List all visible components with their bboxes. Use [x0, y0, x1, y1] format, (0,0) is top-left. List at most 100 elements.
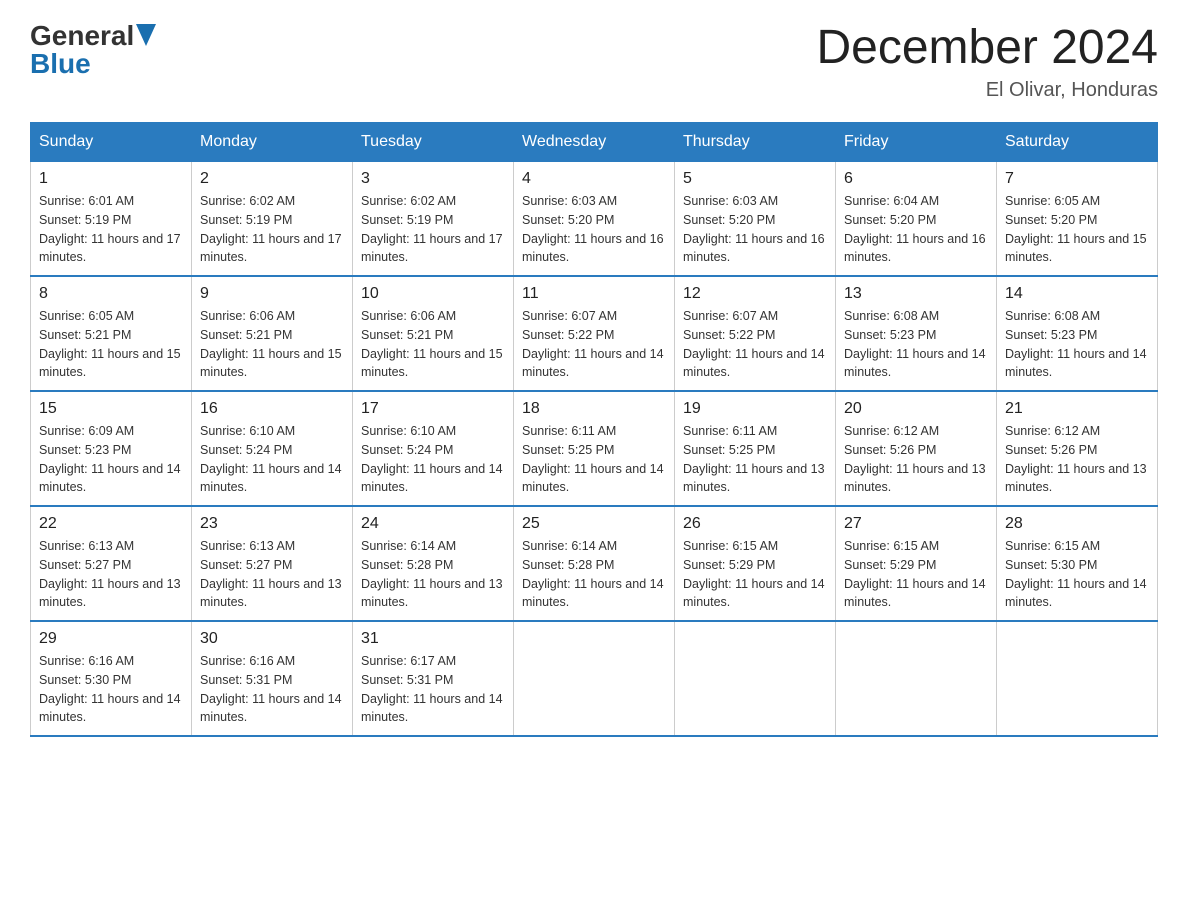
calendar-week-3: 15 Sunrise: 6:09 AMSunset: 5:23 PMDayligh… — [31, 391, 1158, 506]
day-number: 31 — [361, 630, 505, 648]
day-number: 9 — [200, 285, 344, 303]
title-section: December 2024 El Olivar, Honduras — [816, 20, 1158, 102]
table-row: 27Sunrise: 6:15 AMSunset: 5:29 PMDayligh… — [836, 506, 997, 621]
day-info: Sunrise: 6:16 AMSunset: 5:30 PMDaylight:… — [39, 652, 183, 727]
calendar-table: Sunday Monday Tuesday Wednesday Thursday… — [30, 122, 1158, 737]
col-saturday: Saturday — [997, 123, 1158, 162]
day-number: 25 — [522, 515, 666, 533]
location-label: El Olivar, Honduras — [816, 79, 1158, 102]
day-info: Sunrise: 6:05 AMSunset: 5:20 PMDaylight:… — [1005, 192, 1149, 267]
table-row: 3 Sunrise: 6:02 AMSunset: 5:19 PMDaylight… — [353, 162, 514, 277]
day-number: 17 — [361, 400, 505, 418]
table-row: 5 Sunrise: 6:03 AMSunset: 5:20 PMDaylight… — [675, 162, 836, 277]
table-row: 25 Sunrise: 6:14 AMSunset: 5:28 PMDayligh… — [514, 506, 675, 621]
day-info: Sunrise: 6:09 AMSunset: 5:23 PMDaylight:… — [39, 422, 183, 497]
day-number: 23 — [200, 515, 344, 533]
table-row — [675, 621, 836, 736]
table-row: 12 Sunrise: 6:07 AMSunset: 5:22 PMDayligh… — [675, 276, 836, 391]
day-number: 10 — [361, 285, 505, 303]
day-number: 8 — [39, 285, 183, 303]
table-row: 19Sunrise: 6:11 AMSunset: 5:25 PMDayligh… — [675, 391, 836, 506]
day-info: Sunrise: 6:06 AMSunset: 5:21 PMDaylight:… — [200, 307, 344, 382]
day-info: Sunrise: 6:07 AMSunset: 5:22 PMDaylight:… — [522, 307, 666, 382]
day-info: Sunrise: 6:16 AMSunset: 5:31 PMDaylight:… — [200, 652, 344, 727]
table-row: 21Sunrise: 6:12 AMSunset: 5:26 PMDayligh… — [997, 391, 1158, 506]
logo-blue-text: Blue — [30, 48, 156, 80]
day-info: Sunrise: 6:02 AMSunset: 5:19 PMDaylight:… — [200, 192, 344, 267]
day-number: 14 — [1005, 285, 1149, 303]
day-number: 13 — [844, 285, 988, 303]
day-number: 28 — [1005, 515, 1149, 533]
table-row: 16 Sunrise: 6:10 AMSunset: 5:24 PMDayligh… — [192, 391, 353, 506]
day-info: Sunrise: 6:17 AMSunset: 5:31 PMDaylight:… — [361, 652, 505, 727]
day-number: 7 — [1005, 170, 1149, 188]
day-number: 22 — [39, 515, 183, 533]
table-row: 2 Sunrise: 6:02 AMSunset: 5:19 PMDaylight… — [192, 162, 353, 277]
day-info: Sunrise: 6:14 AMSunset: 5:28 PMDaylight:… — [361, 537, 505, 612]
logo: General Blue — [30, 20, 156, 80]
calendar-week-2: 8 Sunrise: 6:05 AMSunset: 5:21 PMDaylight… — [31, 276, 1158, 391]
col-tuesday: Tuesday — [353, 123, 514, 162]
calendar-body: 1 Sunrise: 6:01 AMSunset: 5:19 PMDaylight… — [31, 162, 1158, 737]
table-row: 15 Sunrise: 6:09 AMSunset: 5:23 PMDayligh… — [31, 391, 192, 506]
day-number: 27 — [844, 515, 988, 533]
day-info: Sunrise: 6:02 AMSunset: 5:19 PMDaylight:… — [361, 192, 505, 267]
col-friday: Friday — [836, 123, 997, 162]
table-row: 9 Sunrise: 6:06 AMSunset: 5:21 PMDaylight… — [192, 276, 353, 391]
table-row: 30 Sunrise: 6:16 AMSunset: 5:31 PMDayligh… — [192, 621, 353, 736]
table-row: 23 Sunrise: 6:13 AMSunset: 5:27 PMDayligh… — [192, 506, 353, 621]
day-number: 16 — [200, 400, 344, 418]
day-info: Sunrise: 6:14 AMSunset: 5:28 PMDaylight:… — [522, 537, 666, 612]
day-info: Sunrise: 6:11 AMSunset: 5:25 PMDaylight:… — [522, 422, 666, 497]
col-thursday: Thursday — [675, 123, 836, 162]
table-row: 18Sunrise: 6:11 AMSunset: 5:25 PMDayligh… — [514, 391, 675, 506]
day-info: Sunrise: 6:13 AMSunset: 5:27 PMDaylight:… — [200, 537, 344, 612]
day-number: 26 — [683, 515, 827, 533]
day-number: 2 — [200, 170, 344, 188]
table-row: 22Sunrise: 6:13 AMSunset: 5:27 PMDayligh… — [31, 506, 192, 621]
table-row: 7 Sunrise: 6:05 AMSunset: 5:20 PMDaylight… — [997, 162, 1158, 277]
table-row — [836, 621, 997, 736]
day-info: Sunrise: 6:12 AMSunset: 5:26 PMDaylight:… — [844, 422, 988, 497]
month-title: December 2024 — [816, 20, 1158, 75]
table-row: 26 Sunrise: 6:15 AMSunset: 5:29 PMDayligh… — [675, 506, 836, 621]
day-info: Sunrise: 6:04 AMSunset: 5:20 PMDaylight:… — [844, 192, 988, 267]
table-row: 29Sunrise: 6:16 AMSunset: 5:30 PMDayligh… — [31, 621, 192, 736]
header-row: Sunday Monday Tuesday Wednesday Thursday… — [31, 123, 1158, 162]
day-info: Sunrise: 6:06 AMSunset: 5:21 PMDaylight:… — [361, 307, 505, 382]
table-row: 14Sunrise: 6:08 AMSunset: 5:23 PMDayligh… — [997, 276, 1158, 391]
day-number: 12 — [683, 285, 827, 303]
day-number: 20 — [844, 400, 988, 418]
day-info: Sunrise: 6:15 AMSunset: 5:29 PMDaylight:… — [683, 537, 827, 612]
day-info: Sunrise: 6:12 AMSunset: 5:26 PMDaylight:… — [1005, 422, 1149, 497]
table-row: 17Sunrise: 6:10 AMSunset: 5:24 PMDayligh… — [353, 391, 514, 506]
day-number: 4 — [522, 170, 666, 188]
calendar-week-4: 22 Sunrise: 6:13 AMSunset: 5:27 PMDayligh… — [31, 506, 1158, 621]
day-number: 11 — [522, 285, 666, 303]
day-info: Sunrise: 6:03 AMSunset: 5:20 PMDaylight:… — [683, 192, 827, 267]
table-row: 20 Sunrise: 6:12 AMSunset: 5:26 PMDayligh… — [836, 391, 997, 506]
col-wednesday: Wednesday — [514, 123, 675, 162]
day-info: Sunrise: 6:07 AMSunset: 5:22 PMDaylight:… — [683, 307, 827, 382]
day-info: Sunrise: 6:10 AMSunset: 5:24 PMDaylight:… — [200, 422, 344, 497]
day-number: 1 — [39, 170, 183, 188]
day-number: 15 — [39, 400, 183, 418]
table-row: 4Sunrise: 6:03 AMSunset: 5:20 PMDaylight… — [514, 162, 675, 277]
table-row — [514, 621, 675, 736]
col-monday: Monday — [192, 123, 353, 162]
day-info: Sunrise: 6:15 AMSunset: 5:30 PMDaylight:… — [1005, 537, 1149, 612]
page-header: General Blue December 2024 El Olivar, Ho… — [30, 20, 1158, 102]
day-number: 19 — [683, 400, 827, 418]
day-number: 30 — [200, 630, 344, 648]
day-info: Sunrise: 6:01 AMSunset: 5:19 PMDaylight:… — [39, 192, 183, 267]
table-row: 13Sunrise: 6:08 AMSunset: 5:23 PMDayligh… — [836, 276, 997, 391]
table-row: 24Sunrise: 6:14 AMSunset: 5:28 PMDayligh… — [353, 506, 514, 621]
day-number: 3 — [361, 170, 505, 188]
table-row: 28 Sunrise: 6:15 AMSunset: 5:30 PMDayligh… — [997, 506, 1158, 621]
day-number: 5 — [683, 170, 827, 188]
table-row: 11 Sunrise: 6:07 AMSunset: 5:22 PMDayligh… — [514, 276, 675, 391]
day-info: Sunrise: 6:05 AMSunset: 5:21 PMDaylight:… — [39, 307, 183, 382]
logo-triangle-icon — [136, 24, 156, 46]
calendar-week-1: 1 Sunrise: 6:01 AMSunset: 5:19 PMDaylight… — [31, 162, 1158, 277]
table-row: 10 Sunrise: 6:06 AMSunset: 5:21 PMDayligh… — [353, 276, 514, 391]
